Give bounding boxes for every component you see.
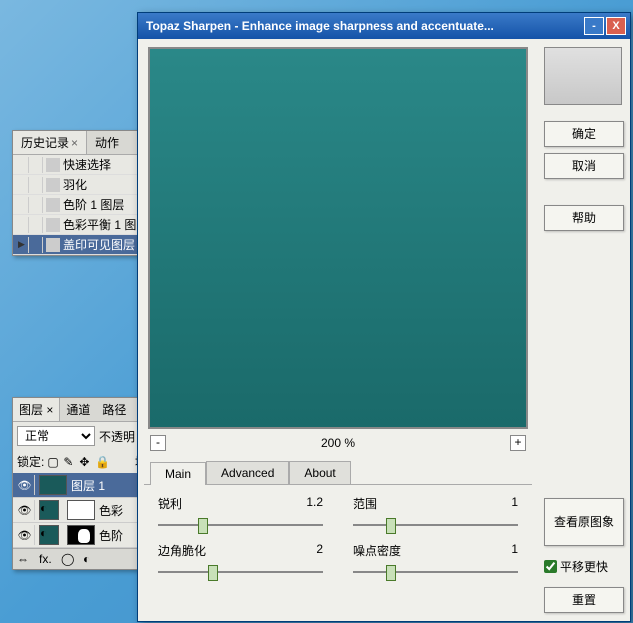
tab-paths[interactable]: 路径 (96, 398, 132, 421)
smooth-faster-checkbox[interactable] (544, 560, 557, 573)
tab-layers-label: 图层 (19, 403, 43, 417)
preview-swatch (544, 47, 622, 105)
slider-edge: 边角脆化 2 (158, 542, 323, 581)
slider-thumb[interactable] (386, 565, 396, 581)
layer-label: 色彩 (99, 502, 123, 519)
sharpen-dialog: Topaz Sharpen - Enhance image sharpness … (137, 12, 631, 622)
preview-image[interactable] (148, 47, 528, 429)
blend-mode-select[interactable]: 正常 (17, 426, 95, 446)
adj-icon: ◐ (39, 500, 59, 520)
zoom-value: 200 % (321, 436, 355, 450)
layers-footer: ⇔ fx. ◯ ◐ (13, 548, 151, 569)
layers-panel: 图层 × 通道 路径 正常 不透明 锁定: ▢ ✎ ✥ 🔒 填 图层 1 ◐色彩… (12, 397, 152, 570)
history-tabs: 历史记录× 动作 (13, 131, 151, 155)
lock-all-icon[interactable]: 🔒 (95, 455, 109, 469)
tab-history[interactable]: 历史记录× (13, 131, 87, 154)
mask-icon[interactable]: ◯ (61, 552, 77, 566)
slider-value: 1 (511, 542, 518, 559)
history-item[interactable]: 色彩平衡 1 图 (13, 215, 151, 235)
reset-button[interactable]: 重置 (544, 587, 624, 613)
lock-label: 锁定: (17, 453, 44, 470)
tab-history-label: 历史记录 (21, 136, 69, 150)
history-item[interactable]: 快速选择 (13, 155, 151, 175)
tab-layers[interactable]: 图层 × (13, 398, 60, 421)
history-item-label: 盖印可见图层 (63, 236, 135, 253)
slider-thumb[interactable] (208, 565, 218, 581)
eye-icon[interactable] (15, 500, 35, 520)
slider-value: 2 (316, 542, 323, 559)
titlebar[interactable]: Topaz Sharpen - Enhance image sharpness … (138, 13, 630, 39)
slider-thumb[interactable] (198, 518, 208, 534)
slider-sharp: 锐利 1.2 (158, 495, 323, 534)
layer-item[interactable]: ◐ 色阶 (13, 523, 151, 548)
lock-move-icon[interactable]: ✥ (79, 455, 93, 469)
history-item-label: 快速选择 (63, 156, 111, 173)
link-icon[interactable]: ⇔ (17, 552, 33, 566)
select-icon (46, 158, 60, 172)
feather-icon (46, 178, 60, 192)
opacity-label: 不透明 (99, 428, 135, 445)
ok-button[interactable]: 确定 (544, 121, 624, 147)
slider-label: 边角脆化 (158, 542, 206, 559)
layer-item[interactable]: ◐ 色彩 (13, 498, 151, 523)
layer-thumb (39, 475, 67, 495)
levels-icon (46, 198, 60, 212)
cancel-button[interactable]: 取消 (544, 153, 624, 179)
slider-noise: 噪点密度 1 (353, 542, 518, 581)
history-item-label: 色彩平衡 1 图 (63, 216, 136, 233)
tab-channels[interactable]: 通道 (60, 398, 96, 421)
minimize-button[interactable]: - (584, 17, 604, 35)
eye-icon[interactable] (15, 475, 35, 495)
smooth-faster-check[interactable]: 平移更快 (544, 558, 624, 575)
slider-range: 范围 1 (353, 495, 518, 534)
title-text: Topaz Sharpen - Enhance image sharpness … (142, 19, 582, 33)
stamp-icon (46, 238, 60, 252)
history-item[interactable]: 羽化 (13, 175, 151, 195)
layer-thumb (67, 525, 95, 545)
slider-label: 范围 (353, 495, 377, 512)
slider-track[interactable] (158, 516, 323, 534)
history-item-label: 羽化 (63, 176, 87, 193)
slider-label: 噪点密度 (353, 542, 401, 559)
tab-main[interactable]: Main (150, 462, 206, 485)
slider-value: 1.2 (306, 495, 323, 512)
history-item[interactable]: 盖印可见图层 (13, 235, 151, 255)
tab-actions[interactable]: 动作 (87, 131, 127, 154)
slider-thumb[interactable] (386, 518, 396, 534)
help-button[interactable]: 帮助 (544, 205, 624, 231)
slider-track[interactable] (353, 563, 518, 581)
slider-label: 锐利 (158, 495, 182, 512)
slider-track[interactable] (353, 516, 518, 534)
slider-value: 1 (511, 495, 518, 512)
history-item[interactable]: 色阶 1 图层 (13, 195, 151, 215)
zoom-out-button[interactable]: - (150, 435, 166, 451)
play-icon (15, 237, 29, 253)
layer-label: 图层 1 (71, 477, 105, 494)
layer-item[interactable]: 图层 1 (13, 473, 151, 498)
lock-transparent-icon[interactable]: ▢ (47, 455, 61, 469)
close-button[interactable]: X (606, 17, 626, 35)
adj-icon: ◐ (39, 525, 59, 545)
layer-label: 色阶 (99, 527, 123, 544)
lock-icons: ▢ ✎ ✥ 🔒 (47, 455, 109, 469)
layers-tabs: 图层 × 通道 路径 (13, 398, 151, 422)
zoom-in-button[interactable]: + (510, 435, 526, 451)
layer-thumb (67, 500, 95, 520)
history-panel: 历史记录× 动作 快速选择 羽化 色阶 1 图层 色彩平衡 1 图 盖印可见图层 (12, 130, 152, 256)
history-item-label: 色阶 1 图层 (63, 196, 124, 213)
view-original-button[interactable]: 查看原图象 (544, 498, 624, 546)
adjust-icon[interactable]: ◐ (83, 552, 99, 566)
fx-icon[interactable]: fx. (39, 552, 55, 566)
tab-advanced[interactable]: Advanced (206, 461, 289, 484)
slider-track[interactable] (158, 563, 323, 581)
lock-paint-icon[interactable]: ✎ (63, 455, 77, 469)
eye-icon[interactable] (15, 525, 35, 545)
checkbox-label: 平移更快 (560, 558, 608, 575)
close-icon[interactable]: × (43, 403, 53, 417)
tab-about[interactable]: About (289, 461, 350, 484)
close-icon[interactable]: × (71, 136, 78, 150)
color-balance-icon (46, 218, 60, 232)
param-tabs: Main Advanced About (144, 453, 532, 484)
